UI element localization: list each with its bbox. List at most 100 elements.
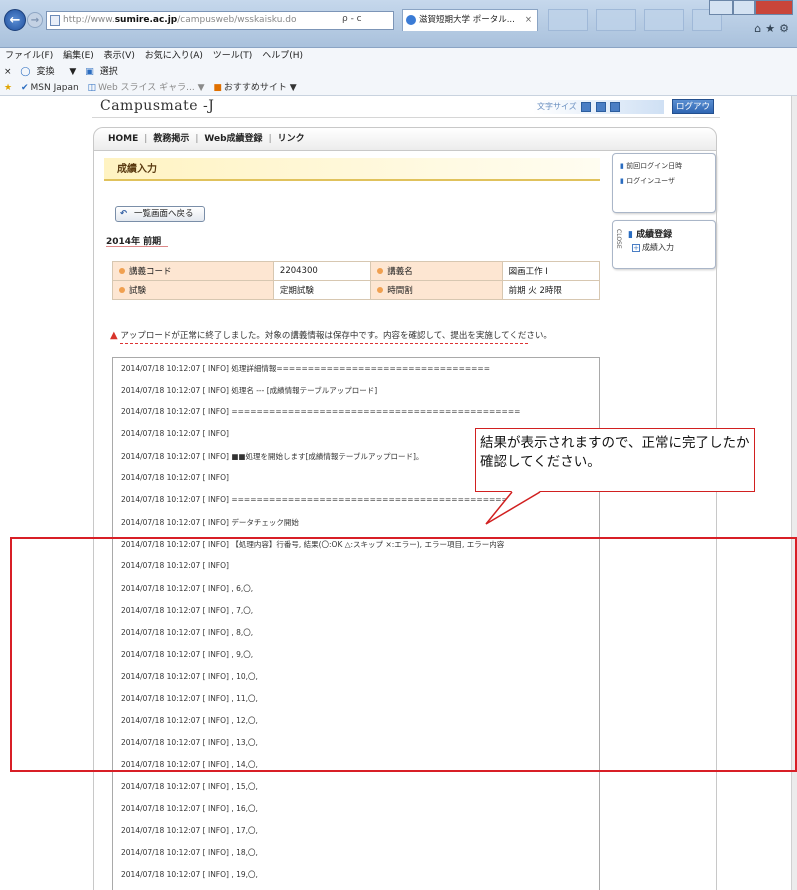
- window-controls: [709, 0, 793, 15]
- recommended-icon: ■: [213, 83, 222, 93]
- table-value-cell: 前期 火 2時限: [501, 280, 601, 300]
- search-refresh-icons[interactable]: ρ - c: [342, 14, 362, 24]
- logout-button[interactable]: ログアウト: [672, 99, 714, 127]
- nav-separator: |: [268, 134, 272, 144]
- browser-tab[interactable]: [596, 9, 636, 31]
- bullet-icon: [119, 287, 125, 293]
- menu-view[interactable]: 表示(V): [104, 51, 135, 61]
- login-user-label: ログインユーザ: [626, 177, 675, 185]
- last-login-link: ▮ 前回ログイン日時: [620, 162, 683, 170]
- msn-icon: ✔: [20, 83, 29, 93]
- fav-msn-label: MSN Japan: [30, 83, 79, 93]
- table-value-cell: 2204300: [272, 261, 372, 281]
- table-value-cell: 定期試験: [272, 280, 372, 300]
- cmd-convert-label: 変換: [36, 67, 55, 77]
- favorites-bar: ★ ✔ MSN Japan ◫ Web スライス ギャラ... ▼ ■ おすすめサイト…: [0, 80, 797, 96]
- fav-recommended[interactable]: ■ おすすめサイト ▼: [213, 83, 296, 93]
- browser-tab[interactable]: [548, 9, 588, 31]
- fav-recommended-label: おすすめサイト: [223, 83, 287, 93]
- course-info-table: 講義コード 2204300 講義名 図画工作 I 試験 定期試験 時間割 前期 …: [112, 261, 601, 300]
- menu-tools[interactable]: ツール(T): [213, 51, 253, 61]
- log-line: 2014/07/18 10:12:07 [ INFO] 処理詳細情報======…: [121, 364, 491, 373]
- log-line: 2014/07/18 10:12:07 [ INFO] , 17,〇,: [121, 826, 258, 835]
- tab-title: 滋賀短期大学 ポータル...: [419, 15, 515, 25]
- nav-home[interactable]: HOME: [108, 134, 138, 144]
- favorites-star-icon[interactable]: ★: [4, 83, 12, 93]
- site-title: Campusmate -J: [100, 98, 215, 114]
- log-line: 2014/07/18 10:12:07 [ INFO] データチェック開始: [121, 518, 299, 527]
- font-size-large-button[interactable]: [610, 101, 621, 112]
- side-close-toggle[interactable]: CLOSE: [613, 224, 623, 254]
- menu-edit[interactable]: 編集(E): [63, 51, 94, 61]
- browser-titlebar: ← → http://www.sumire.ac.jp/campusweb/ws…: [0, 0, 797, 48]
- site-header: Campusmate -J 文字サイズ ログアウト: [92, 96, 720, 127]
- term-underline: [106, 246, 168, 247]
- menu-help[interactable]: ヘルプ(H): [262, 51, 303, 61]
- site-favicon-icon: [406, 15, 416, 25]
- url-domain: sumire.ac.jp: [114, 15, 178, 25]
- back-arrow-icon[interactable]: ←: [4, 9, 26, 31]
- side-section-title[interactable]: ▮ 成績登録: [628, 227, 672, 240]
- expand-plus-icon: +: [632, 244, 640, 252]
- bullet-icon: [377, 268, 384, 274]
- nav-notices[interactable]: 教務掲示: [153, 134, 189, 144]
- command-bar: × ◯ 変換 ▼ ▣ 選択: [0, 64, 797, 80]
- grade-input-link[interactable]: + 成績入力: [632, 242, 674, 253]
- browser-tab-active[interactable]: 滋賀短期大学 ポータル... ×: [402, 9, 538, 31]
- nav-web-grade-entry[interactable]: Web成績登録: [204, 134, 262, 144]
- timetable-label: 時間割: [387, 286, 413, 296]
- table-value-cell: 図画工作 I: [501, 261, 601, 281]
- select-icon: ▣: [85, 67, 94, 77]
- browser-toolbar-icons[interactable]: ⌂★⚙: [754, 22, 793, 35]
- bullet-icon: [119, 268, 125, 274]
- minimize-icon[interactable]: [709, 0, 733, 15]
- cmd-select[interactable]: ▣ 選択: [85, 67, 124, 77]
- font-size-medium-button[interactable]: [595, 101, 606, 112]
- menu-file[interactable]: ファイル(F): [5, 51, 53, 61]
- main-nav: HOME | 教務掲示 | Web成績登録 | リンク: [93, 127, 717, 151]
- font-size-small-button[interactable]: [581, 101, 592, 112]
- browser-tab[interactable]: [644, 9, 684, 31]
- table-key-cell: 講義コード: [112, 261, 274, 281]
- log-line: 2014/07/18 10:12:07 [ INFO]: [121, 429, 229, 438]
- course-code-label: 講義コード: [129, 267, 172, 277]
- forward-arrow-icon[interactable]: →: [27, 12, 43, 28]
- page-icon: [50, 15, 60, 26]
- last-login-label: 前回ログイン日時: [626, 162, 683, 170]
- table-key-cell: 時間割: [370, 280, 503, 300]
- side-section-label: 成績登録: [636, 230, 673, 240]
- back-to-list-label: 一覧画面へ戻る: [134, 209, 194, 219]
- page-title: 成績入力: [104, 158, 600, 181]
- instruction-callout: 結果が表示されますので、正常に完了したか確認してください。: [475, 428, 755, 492]
- cmd-dropdown[interactable]: ▼: [69, 67, 76, 77]
- exam-label: 試験: [129, 286, 147, 296]
- nav-separator: |: [144, 134, 148, 144]
- back-to-list-button[interactable]: ↶ 一覧画面へ戻る: [115, 206, 205, 222]
- warning-icon: ▲: [110, 330, 118, 341]
- fav-web-slice[interactable]: ◫ Web スライス ギャラ... ▼: [88, 83, 205, 93]
- address-tools[interactable]: ρ - c: [342, 14, 362, 24]
- grade-input-label: 成績入力: [642, 243, 674, 252]
- bullet-icon: [377, 287, 384, 293]
- course-name-label: 講義名: [387, 267, 413, 277]
- log-line: 2014/07/18 10:12:07 [ INFO] , 16,〇,: [121, 804, 258, 813]
- log-line: 2014/07/18 10:12:07 [ INFO] , 19,〇,: [121, 870, 258, 879]
- close-window-icon[interactable]: [755, 0, 793, 15]
- log-line: 2014/07/18 10:12:07 [ INFO]: [121, 473, 229, 482]
- table-row: 講義コード 2204300 講義名 図画工作 I: [112, 261, 601, 281]
- menu-favorites[interactable]: お気に入り(A): [145, 51, 203, 61]
- font-size-label: 文字サイズ: [537, 102, 577, 111]
- log-line: 2014/07/18 10:12:07 [ INFO] ============…: [121, 407, 521, 416]
- fav-msn-japan[interactable]: ✔ MSN Japan: [21, 83, 79, 93]
- upload-status-message: ▲ アップロードが正常に終了しました。対象の講義情報は保存中です。内容を確認して…: [110, 329, 552, 341]
- nav-links[interactable]: リンク: [278, 134, 305, 144]
- url-path: /campusweb/wsskaisku.do: [177, 15, 297, 25]
- cmd-convert[interactable]: ◯ 変換: [20, 67, 60, 77]
- tab-close-icon[interactable]: ×: [525, 10, 532, 30]
- login-user-link[interactable]: ▮ ログインユーザ: [620, 176, 675, 186]
- cmd-close[interactable]: ×: [4, 67, 12, 77]
- maximize-icon[interactable]: [733, 0, 755, 15]
- upload-message-text: アップロードが正常に終了しました。対象の講義情報は保存中です。内容を確認して、提…: [120, 331, 552, 341]
- log-line: 2014/07/18 10:12:07 [ INFO] , 18,〇,: [121, 848, 258, 857]
- result-highlight-box: [10, 537, 797, 772]
